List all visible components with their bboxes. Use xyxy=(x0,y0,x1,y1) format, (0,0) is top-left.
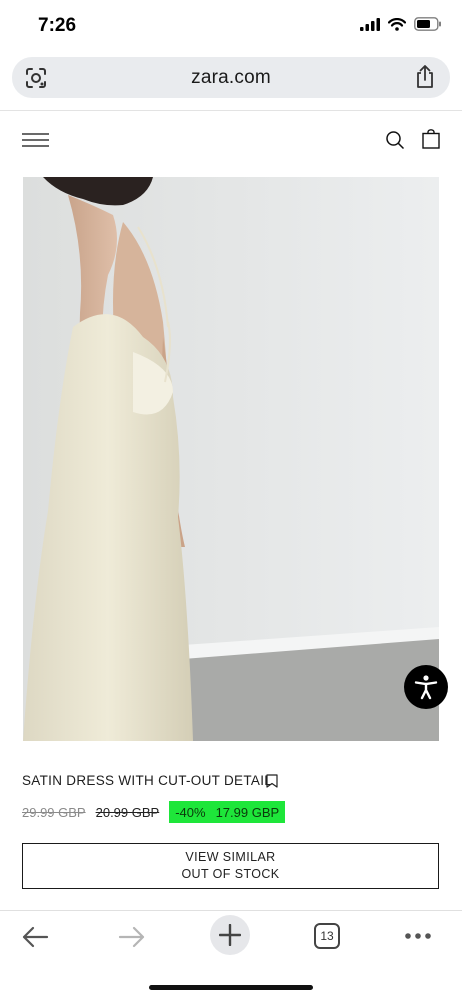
lens-icon[interactable] xyxy=(24,66,48,90)
price-row: 29.99 GBP 20.99 GBP -40% 17.99 GBP xyxy=(22,801,286,823)
status-icons xyxy=(360,17,442,31)
forward-icon[interactable] xyxy=(118,925,146,949)
new-tab-button[interactable] xyxy=(210,915,250,955)
product-title: SATIN DRESS WITH CUT-OUT DETAIL xyxy=(22,773,273,788)
price-previous: 20.99 GBP xyxy=(95,804,160,820)
divider xyxy=(0,110,462,111)
more-icon[interactable] xyxy=(404,932,432,940)
discount-badge: -40% 17.99 GBP xyxy=(169,801,286,823)
price-current: 17.99 GBP xyxy=(215,804,280,820)
bookmark-icon[interactable] xyxy=(266,774,278,788)
product-image[interactable] xyxy=(23,177,439,741)
price-original: 29.99 GBP xyxy=(22,804,86,820)
home-indicator xyxy=(149,985,313,990)
out-of-stock-label: OUT OF STOCK xyxy=(181,867,280,881)
back-icon[interactable] xyxy=(21,925,49,949)
view-similar-label: VIEW SIMILAR xyxy=(185,850,276,864)
wifi-icon xyxy=(388,17,406,31)
battery-icon xyxy=(414,17,441,31)
accessibility-button[interactable] xyxy=(404,665,448,709)
search-icon[interactable] xyxy=(385,130,405,150)
signal-icon xyxy=(360,17,380,31)
discount-percent: -40% xyxy=(175,804,206,820)
plus-icon xyxy=(219,924,241,946)
address-bar[interactable]: zara.com xyxy=(12,57,450,98)
status-time: 7:26 xyxy=(38,15,77,36)
tabs-count: 13 xyxy=(320,929,334,943)
bag-icon[interactable] xyxy=(422,129,440,149)
product-photo xyxy=(23,177,439,741)
tabs-button[interactable]: 13 xyxy=(314,923,340,949)
menu-icon[interactable] xyxy=(22,133,49,147)
view-similar-button[interactable]: VIEW SIMILAR OUT OF STOCK xyxy=(22,843,439,889)
url-text: zara.com xyxy=(191,66,271,88)
accessibility-icon xyxy=(414,675,438,700)
toolbar-divider xyxy=(0,910,462,911)
share-icon[interactable] xyxy=(414,64,436,90)
